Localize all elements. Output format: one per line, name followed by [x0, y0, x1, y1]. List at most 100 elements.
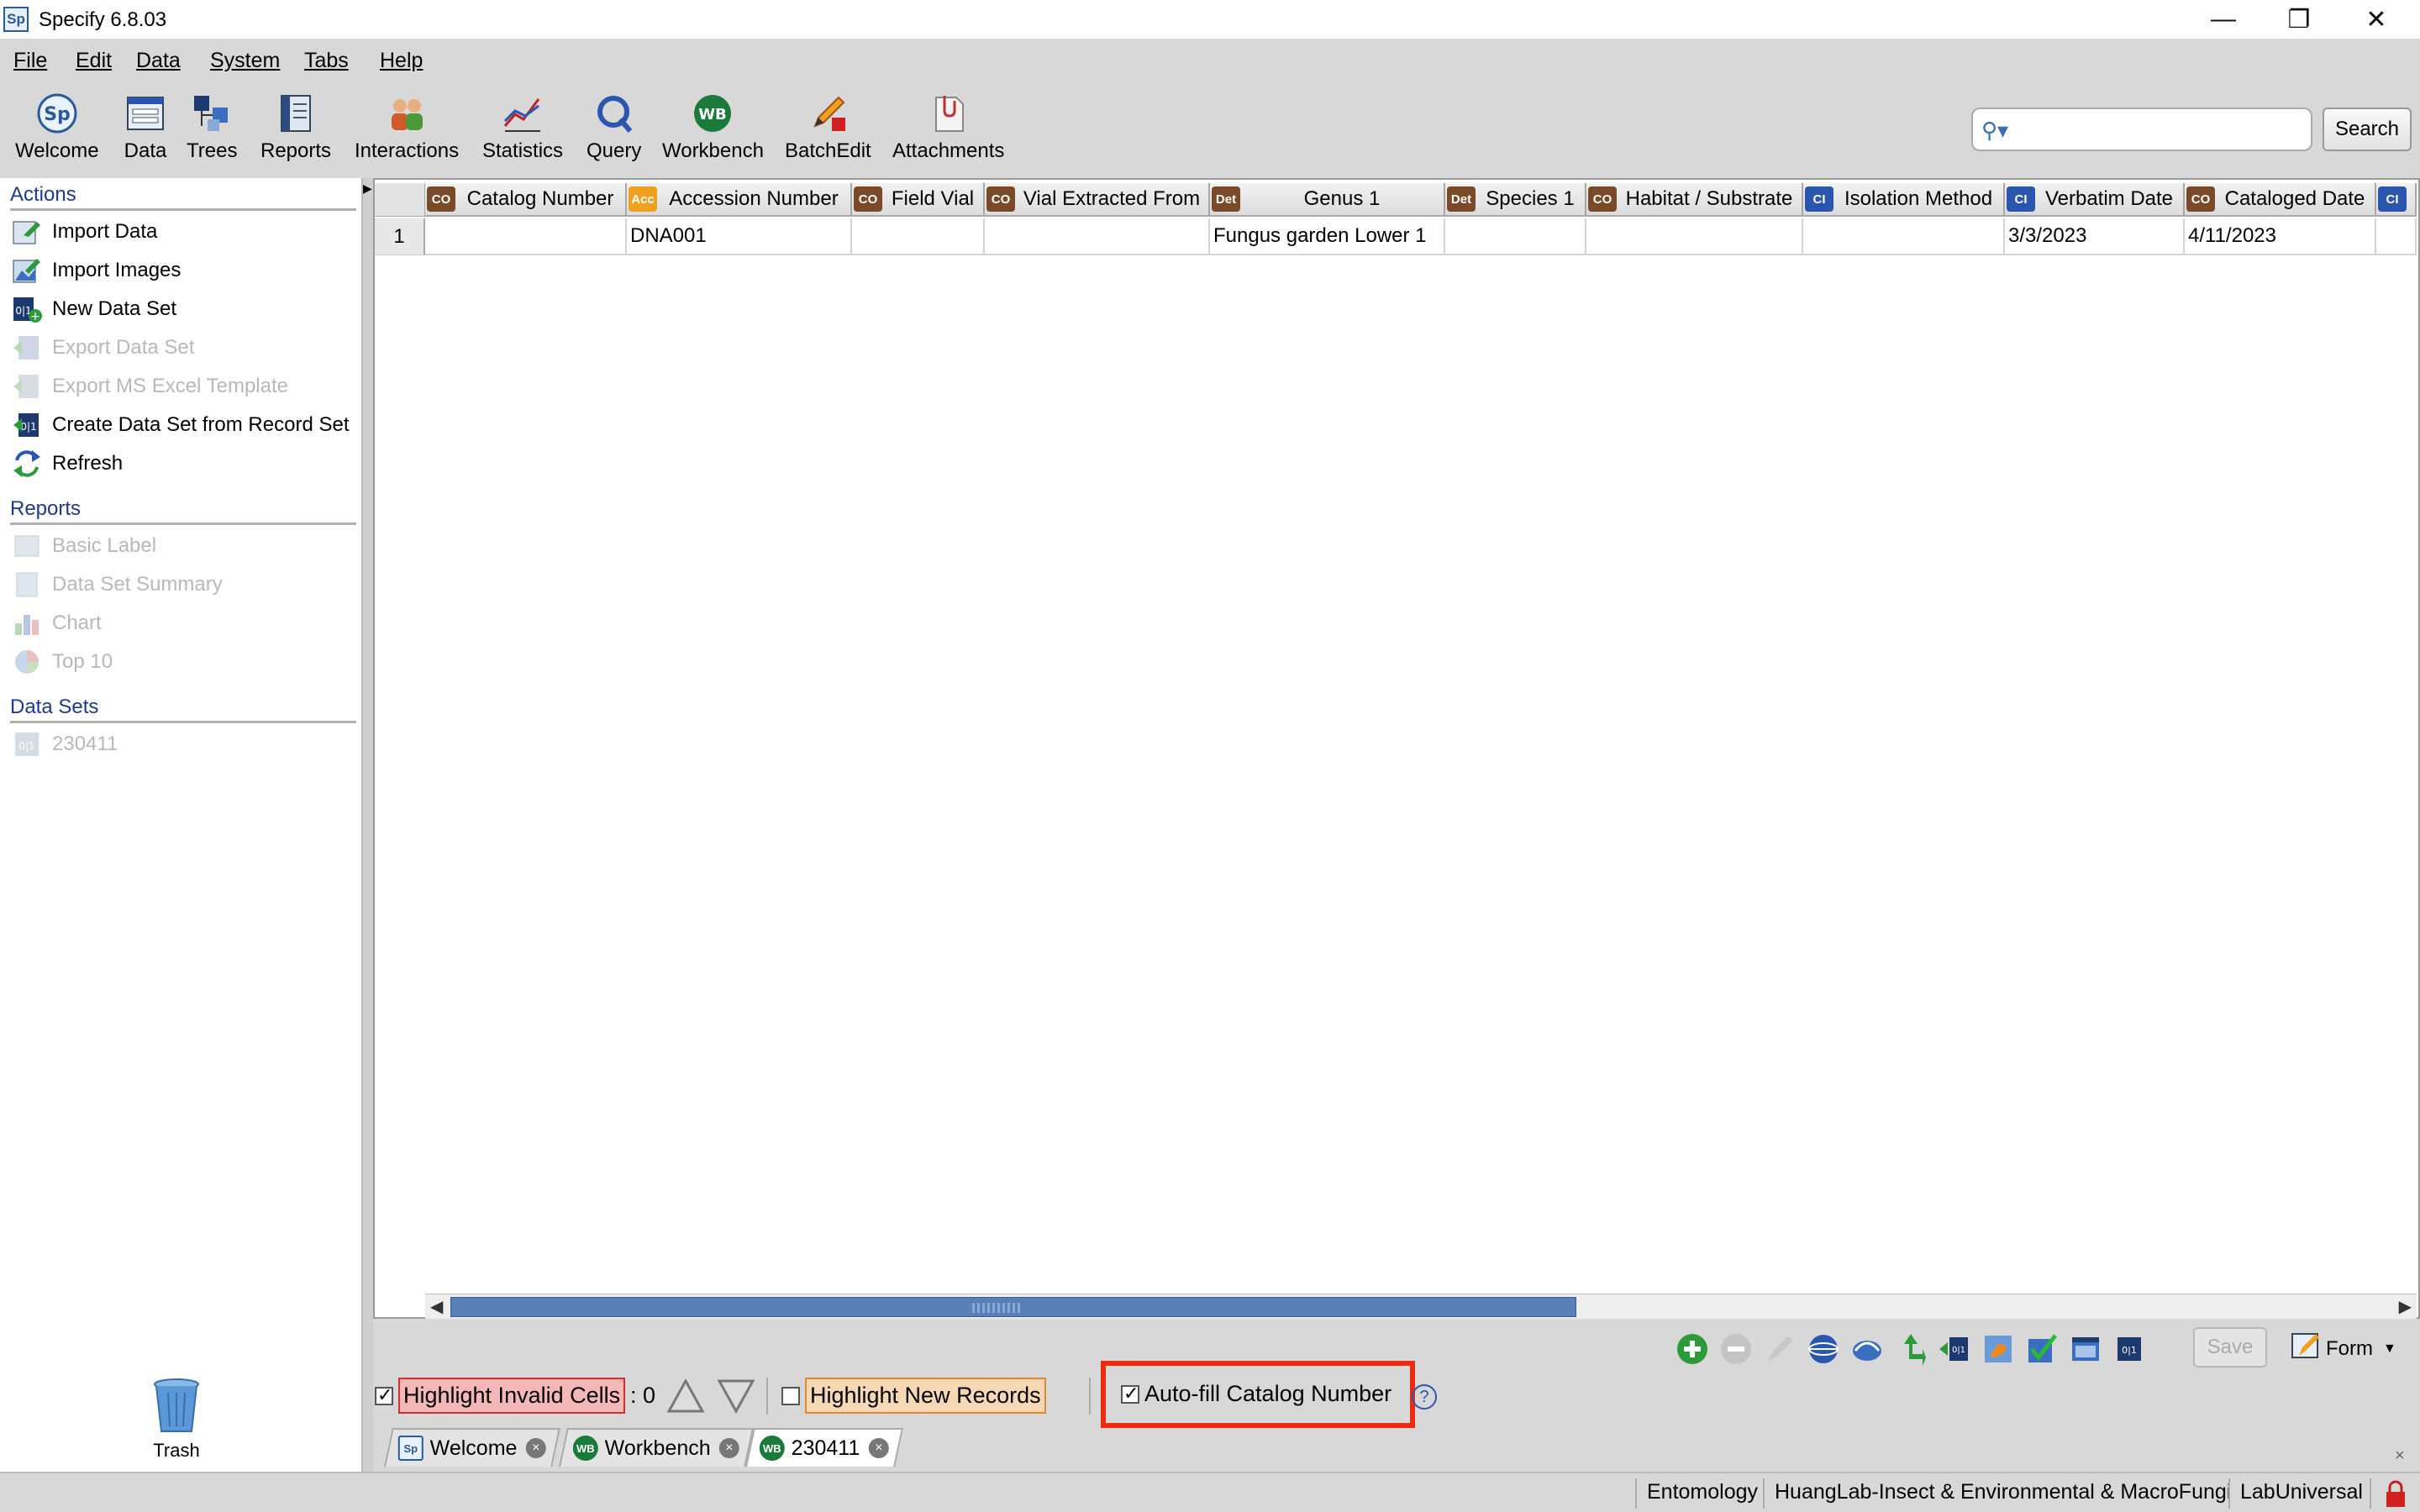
toolbar-reports[interactable]: Reports: [260, 91, 331, 163]
menu-file[interactable]: File: [13, 49, 47, 73]
toolbar-batchedit[interactable]: BatchEdit: [785, 91, 871, 163]
scroll-left-icon[interactable]: ◀: [430, 1296, 443, 1317]
close-tab-icon[interactable]: ×: [718, 1438, 739, 1458]
menu-edit[interactable]: Edit: [76, 49, 112, 73]
save-button[interactable]: Save: [2193, 1327, 2267, 1368]
action-refresh[interactable]: Refresh: [10, 447, 123, 480]
close-button[interactable]: ✕: [2339, 0, 2413, 39]
tab-230411[interactable]: WB 230411 ×: [745, 1428, 903, 1467]
action-export-excel-template[interactable]: Export MS Excel Template: [10, 370, 288, 403]
scroll-thumb[interactable]: [450, 1297, 1576, 1317]
search-input[interactable]: ⚲▾: [1971, 108, 2312, 151]
menu-data[interactable]: Data: [136, 49, 181, 73]
restore-button[interactable]: ❐: [2262, 0, 2336, 39]
svg-text:Sp: Sp: [44, 104, 71, 125]
action-new-data-set[interactable]: 0|1 + New Data Set: [10, 292, 176, 326]
report-chart[interactable]: Chart: [10, 606, 102, 640]
toolbar-statistics[interactable]: Statistics: [482, 91, 563, 163]
search-button[interactable]: Search: [2323, 108, 2412, 151]
toolbar-trees[interactable]: Trees: [187, 91, 237, 163]
cell-isolation-method[interactable]: [1803, 218, 2005, 255]
help-icon[interactable]: ?: [1412, 1384, 1437, 1410]
horizontal-scrollbar[interactable]: ◀ ▶: [425, 1294, 2417, 1319]
delete-row-icon[interactable]: [1718, 1331, 1754, 1368]
next-invalid-icon[interactable]: [716, 1378, 756, 1420]
cell-vial-extracted-from[interactable]: [985, 218, 1210, 255]
add-row-icon[interactable]: [1674, 1331, 1711, 1368]
cell-catalog-number[interactable]: [425, 218, 627, 255]
cell-partial[interactable]: [2376, 218, 2417, 255]
svg-text:+: +: [30, 310, 40, 323]
status-separator: [1635, 1478, 1637, 1509]
cell-field-vial[interactable]: [852, 218, 985, 255]
export-icon[interactable]: 0|1: [1936, 1331, 1973, 1368]
action-create-from-record-set[interactable]: 0|1 Create Data Set from Record Set: [10, 408, 349, 442]
cell-species-1[interactable]: [1445, 218, 1586, 255]
column-header-accession-number[interactable]: Acc Accession Number: [627, 183, 852, 217]
column-header-partial[interactable]: CI: [2376, 183, 2417, 217]
globe-icon[interactable]: [1805, 1331, 1842, 1368]
toolbar-workbench[interactable]: WB Workbench: [662, 91, 764, 163]
search-text-field[interactable]: [2023, 116, 2301, 144]
geolocate-icon[interactable]: [1849, 1331, 1886, 1368]
cell-genus-1[interactable]: Fungus garden Lower 1: [1210, 218, 1445, 255]
column-header-catalog-number[interactable]: CO Catalog Number: [425, 183, 627, 217]
row-number[interactable]: 1: [375, 218, 425, 255]
column-header-habitat-substrate[interactable]: CO Habitat / Substrate: [1586, 183, 1803, 217]
toolbar-query[interactable]: Query: [587, 91, 641, 163]
form-view-icon[interactable]: [2067, 1331, 2104, 1368]
minimize-button[interactable]: —: [2186, 0, 2260, 39]
column-header-species-1[interactable]: Det Species 1: [1445, 183, 1586, 217]
menu-tabs[interactable]: Tabs: [304, 49, 349, 73]
form-dropdown[interactable]: Form ▼: [2291, 1331, 2396, 1367]
scroll-right-icon[interactable]: ▶: [2399, 1296, 2412, 1317]
highlight-invalid-cells-checkbox[interactable]: Highlight Invalid Cells: [375, 1378, 626, 1414]
close-tab-icon[interactable]: ×: [868, 1438, 889, 1458]
toolbar-attachments[interactable]: Attachments: [892, 91, 1004, 163]
close-tab-icon[interactable]: ×: [525, 1438, 546, 1458]
column-header-field-vial[interactable]: CO Field Vial: [852, 183, 985, 217]
column-header-vial-extracted-from[interactable]: CO Vial Extracted From: [985, 183, 1210, 217]
column-header-genus-1[interactable]: Det Genus 1: [1210, 183, 1445, 217]
cell-accession-number[interactable]: DNA001: [627, 218, 852, 255]
toolbar-welcome[interactable]: Sp Welcome: [15, 91, 99, 163]
trash-can[interactable]: Trash: [151, 1378, 202, 1462]
carry-forward-icon[interactable]: [1761, 1331, 1798, 1368]
validate-icon[interactable]: [2023, 1331, 2060, 1368]
section-divider: [10, 522, 356, 525]
dataset-item[interactable]: 0|1 230411: [10, 727, 118, 761]
report-data-set-summary[interactable]: Data Set Summary: [10, 568, 223, 601]
collection-object-badge-icon: CO: [1588, 186, 1617, 212]
lock-icon[interactable]: [2383, 1480, 2408, 1512]
chevron-down-icon: ▼: [2383, 1341, 2396, 1356]
checkbox-icon[interactable]: [375, 1384, 393, 1406]
report-top-10[interactable]: Top 10: [10, 645, 113, 679]
action-import-data[interactable]: Import Data: [10, 215, 157, 249]
column-header-cataloged-date[interactable]: CO Cataloged Date: [2185, 183, 2376, 217]
tab-welcome[interactable]: Sp Welcome ×: [384, 1428, 560, 1467]
highlight-new-records-checkbox[interactable]: Highlight New Records: [781, 1378, 1046, 1414]
checkbox-icon[interactable]: [781, 1386, 800, 1405]
cell-habitat-substrate[interactable]: [1586, 218, 1803, 255]
report-basic-label[interactable]: Basic Label: [10, 529, 156, 563]
panel-splitter[interactable]: ▶: [363, 178, 373, 1472]
autofill-catalog-number-checkbox[interactable]: Auto-fill Catalog Number: [1121, 1381, 1392, 1407]
column-header-isolation-method[interactable]: CI Isolation Method: [1803, 183, 2005, 217]
action-export-data-set[interactable]: Export Data Set: [10, 331, 194, 365]
close-all-tabs-icon[interactable]: ×: [2395, 1446, 2405, 1466]
menu-help[interactable]: Help: [380, 49, 423, 73]
cell-verbatim-date[interactable]: 3/3/2023: [2005, 218, 2185, 255]
menu-system[interactable]: System: [210, 49, 280, 73]
convert-coordinates-icon[interactable]: [1892, 1331, 1929, 1368]
tab-workbench[interactable]: WB Workbench ×: [559, 1428, 754, 1467]
reports-section-title: Reports: [10, 497, 82, 520]
cell-cataloged-date[interactable]: 4/11/2023: [2185, 218, 2376, 255]
action-import-images[interactable]: Import Images: [10, 254, 181, 287]
image-window-icon[interactable]: [1980, 1331, 2017, 1368]
toolbar-data[interactable]: Data: [123, 91, 168, 163]
column-header-verbatim-date[interactable]: CI Verbatim Date: [2005, 183, 2185, 217]
previous-invalid-icon[interactable]: [666, 1378, 706, 1420]
dataset-upload-icon[interactable]: 0|1: [2111, 1331, 2148, 1368]
checkbox-icon[interactable]: [1121, 1383, 1139, 1404]
toolbar-interactions[interactable]: Interactions: [355, 91, 459, 163]
